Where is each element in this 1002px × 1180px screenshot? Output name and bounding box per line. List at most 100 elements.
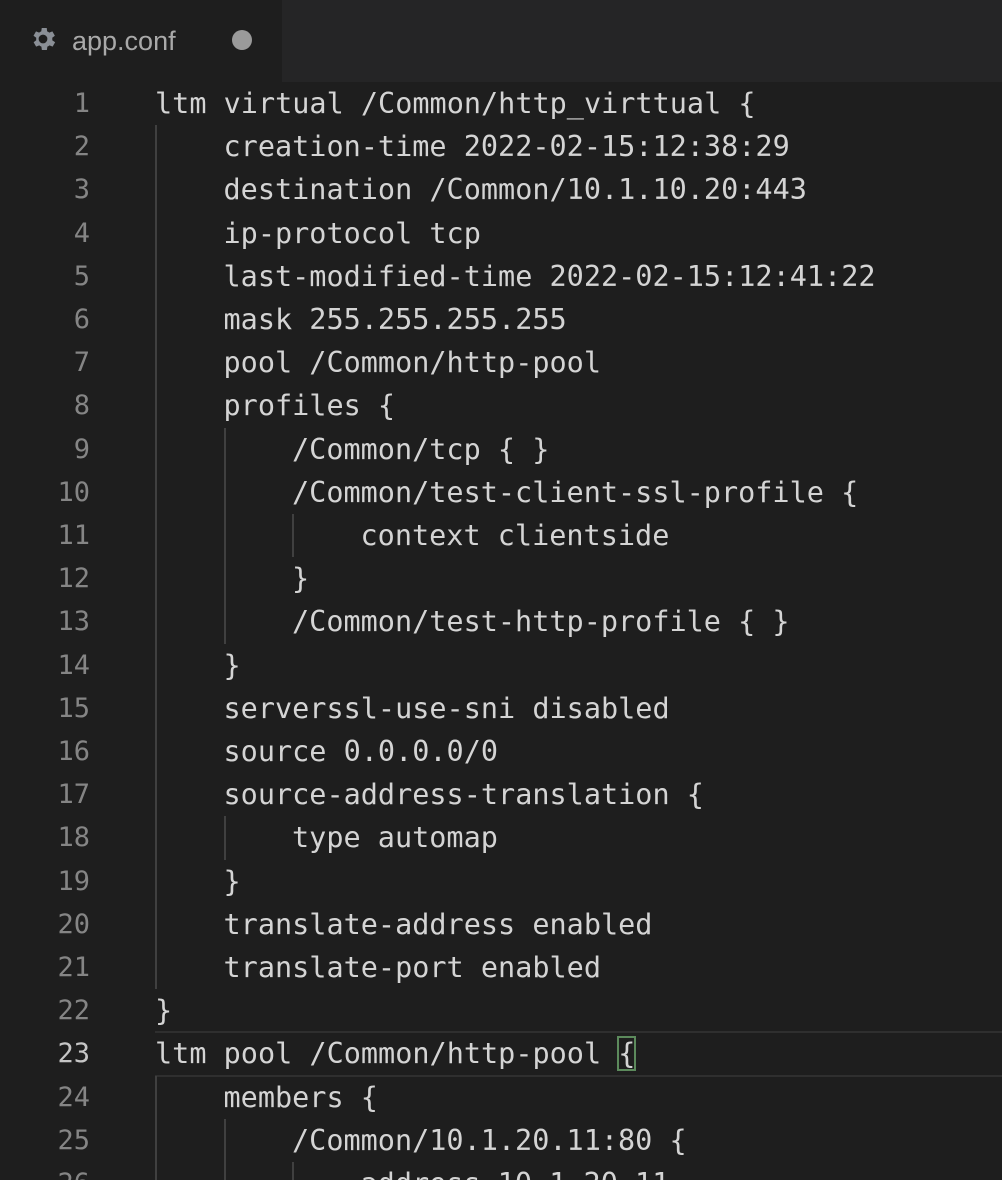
code-editor[interactable]: 1 ltm virtual /Common/http_virttual { 2 cre… [0, 82, 1002, 1180]
line-number: 11 [57, 520, 90, 551]
bracket-match-highlight: { [617, 1036, 637, 1072]
code-line[interactable]: 1 ltm virtual /Common/http_virttual { [0, 82, 1002, 125]
line-number: 3 [73, 174, 90, 206]
gear-icon [28, 24, 58, 54]
line-number: 8 [73, 390, 90, 422]
line-number: 16 [57, 736, 90, 767]
tab-bar: app.conf [0, 0, 1002, 82]
indent-guide [155, 211, 157, 255]
code-line[interactable]: 12} [0, 557, 1002, 601]
line-number: 14 [57, 649, 90, 681]
code-text: /Common/10.1.20.11:80 { [292, 1123, 687, 1157]
line-number: 7 [73, 347, 90, 379]
indent-guide [155, 514, 157, 558]
indent-guide [155, 946, 157, 990]
indent-guide [223, 427, 226, 471]
code-line[interactable]: 5 last-modified-time 2022-02-15:12:41:22 [0, 254, 1002, 298]
code-text: } [223, 648, 241, 682]
code-line[interactable]: 24 members { [0, 1075, 1002, 1119]
indent-guide [155, 1075, 157, 1119]
line-number: 10 [57, 476, 90, 508]
indent-guide [155, 686, 157, 730]
code-text: profiles { [223, 389, 396, 423]
code-text: } [223, 864, 241, 898]
line-number: 1 [73, 88, 90, 119]
indent-guide [223, 600, 226, 644]
code-text: translate-address enabled [223, 907, 653, 941]
code-text: source-address-translation { [223, 778, 704, 812]
indent-guide [155, 859, 157, 903]
code-line[interactable]: 25/Common/10.1.20.11:80 { [0, 1118, 1002, 1162]
line-number: 25 [57, 1124, 90, 1156]
unsaved-dot-icon[interactable] [232, 30, 252, 50]
indent-guide [223, 470, 226, 514]
code-line[interactable]: 11 context clientside [0, 514, 1002, 558]
line-number: 2 [73, 131, 90, 163]
tab-app-conf[interactable]: app.conf [0, 0, 282, 82]
code-text: source 0.0.0.0/0 [223, 735, 499, 768]
line-number: 13 [57, 606, 90, 638]
code-line[interactable]: 7 pool /Common/http-pool [0, 341, 1002, 385]
indent-guide [223, 1118, 226, 1162]
line-number: 21 [57, 952, 90, 983]
indent-guide [223, 1162, 226, 1180]
code-text: mask 255.255.255.255 [223, 303, 567, 336]
code-text: creation-time 2022-02-15:12:38:29 [223, 130, 790, 164]
code-text: } [155, 994, 173, 1028]
code-text: /Common/test-client-ssl-profile { [292, 475, 859, 509]
code-text: translate-port enabled [223, 951, 602, 984]
indent-guide [155, 168, 157, 212]
line-number: 17 [57, 779, 90, 811]
indent-guide [292, 1162, 294, 1180]
code-text: destination /Common/10.1.10.20:443 [223, 173, 807, 207]
indent-guide [155, 298, 157, 342]
indent-guide [155, 643, 157, 687]
indent-guide [155, 384, 157, 428]
code-line[interactable]: 15 serverssl-use-sni disabled [0, 686, 1002, 730]
indent-guide [155, 125, 157, 169]
line-number: 5 [73, 260, 90, 292]
code-line[interactable]: 8 profiles { [0, 384, 1002, 428]
code-line[interactable]: 6 mask 255.255.255.255 [0, 298, 1002, 342]
line-number: 18 [57, 822, 90, 854]
code-line[interactable]: 20 translate-address enabled [0, 902, 1002, 946]
code-text: ltm virtual /Common/http_virttual { [155, 87, 756, 120]
code-line[interactable]: 9/Common/tcp { } [0, 427, 1002, 471]
indent-guide [155, 557, 157, 601]
indent-guide [223, 816, 226, 860]
code-text: } [292, 562, 310, 596]
indent-guide [223, 557, 226, 601]
code-text: address 10.1.20.11 [361, 1162, 670, 1180]
line-number: 4 [73, 217, 90, 249]
code-line[interactable]: 21 translate-port enabled [0, 946, 1002, 990]
code-line[interactable]: 16 source 0.0.0.0/0 [0, 730, 1002, 774]
code-line[interactable]: 10/Common/test-client-ssl-profile { [0, 470, 1002, 514]
code-text: /Common/tcp { } [292, 432, 550, 466]
code-line[interactable]: 22} [0, 989, 1002, 1032]
indent-guide [155, 902, 157, 946]
code-text: serverssl-use-sni disabled [223, 691, 670, 725]
code-line[interactable]: 4 ip-protocol tcp [0, 211, 1002, 255]
code-line[interactable]: 2 creation-time 2022-02-15:12:38:29 [0, 125, 1002, 169]
indent-guide [155, 730, 157, 774]
code-line[interactable]: 13/Common/test-http-profile { } [0, 600, 1002, 644]
code-line[interactable]: 23 ltm pool /Common/http-pool { [0, 1031, 1002, 1078]
code-line[interactable]: 17 source-address-translation { [0, 773, 1002, 817]
code-text: context clientside [360, 519, 670, 552]
code-line[interactable]: 14} [0, 643, 1002, 687]
code-text: ltm pool /Common/http-pool { [155, 1036, 637, 1072]
tab-filename: app.conf [72, 26, 176, 56]
indent-guide [155, 1118, 157, 1162]
code-line[interactable]: 3 destination /Common/10.1.10.20:443 [0, 168, 1002, 212]
line-number: 15 [57, 692, 90, 724]
line-number: 23 [57, 1038, 90, 1070]
indent-guide [155, 254, 157, 298]
line-number: 6 [73, 304, 90, 335]
code-line[interactable]: 18 type automap [0, 816, 1002, 860]
indent-guide [155, 341, 157, 385]
code-line[interactable]: 26 address 10.1.20.11 [0, 1162, 1002, 1180]
line-number: 9 [73, 433, 90, 465]
code-text: type automap [292, 821, 498, 855]
code-line[interactable]: 19} [0, 859, 1002, 903]
indent-guide [155, 600, 157, 644]
